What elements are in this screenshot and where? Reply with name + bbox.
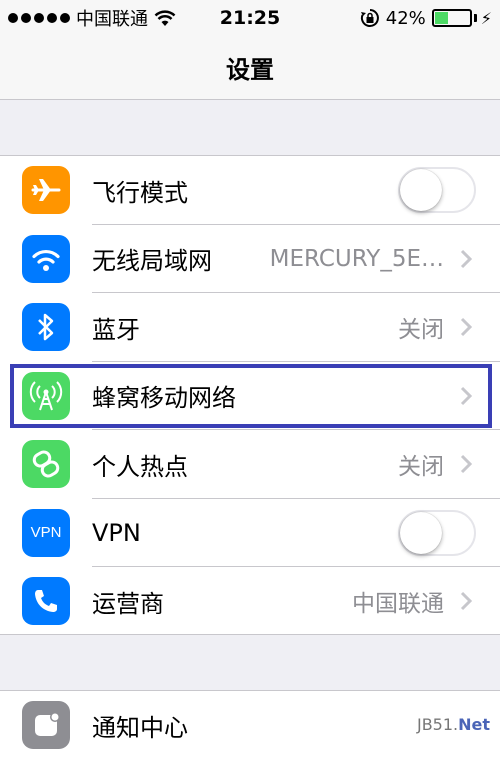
settings-row-wifi[interactable]: 无线局域网 MERCURY_5E… bbox=[0, 225, 500, 294]
orientation-lock-icon bbox=[360, 9, 379, 27]
navigation-bar: 设置 bbox=[0, 36, 500, 100]
vpn-icon: VPN bbox=[22, 508, 70, 557]
toggle-knob bbox=[400, 169, 442, 212]
notification-center-label: 通知中心 bbox=[92, 713, 188, 742]
chevron-right-icon bbox=[456, 591, 476, 611]
settings-row-cellular[interactable]: 蜂窝移动网络 bbox=[0, 362, 500, 431]
wifi-icon bbox=[22, 234, 70, 283]
cellular-label: 蜂窝移动网络 bbox=[92, 384, 236, 413]
cellular-antenna-icon bbox=[22, 371, 70, 420]
vpn-toggle[interactable] bbox=[398, 509, 476, 556]
toggle-knob bbox=[400, 511, 442, 554]
battery-icon bbox=[431, 9, 472, 27]
settings-row-carrier[interactable]: 运营商 中国联通 bbox=[0, 567, 500, 636]
hotspot-label: 个人热点 bbox=[92, 452, 188, 481]
vpn-label: VPN bbox=[92, 518, 141, 547]
chevron-right-icon bbox=[456, 454, 476, 474]
settings-row-vpn[interactable]: VPN VPN bbox=[0, 499, 500, 568]
charging-bolt-icon: ⚡ bbox=[480, 8, 492, 28]
status-right: 42% ⚡ bbox=[360, 0, 492, 36]
airplane-mode-label: 飞行模式 bbox=[92, 178, 188, 207]
wifi-network-name: MERCURY_5E… bbox=[269, 245, 444, 272]
phone-icon bbox=[22, 577, 70, 626]
watermark: JB51.Net bbox=[416, 715, 490, 734]
carrier-value: 中国联通 bbox=[352, 591, 444, 618]
bluetooth-status: 关闭 bbox=[398, 317, 444, 344]
hotspot-link-icon bbox=[22, 440, 70, 489]
chevron-right-icon bbox=[456, 386, 476, 406]
settings-row-airplane-mode[interactable]: 飞行模式 bbox=[0, 156, 500, 225]
notification-center-icon bbox=[22, 701, 70, 750]
settings-row-bluetooth[interactable]: 蓝牙 关闭 bbox=[0, 293, 500, 362]
status-bar: 中国联通 21:25 42% ⚡ bbox=[0, 0, 500, 36]
hotspot-status: 关闭 bbox=[398, 454, 444, 481]
settings-group-connectivity: 飞行模式 无线局域网 MERCURY_5E… 蓝牙 关闭 蜂窝移动网络 个人热点… bbox=[0, 155, 500, 635]
chevron-right-icon bbox=[456, 317, 476, 337]
battery-percent: 42% bbox=[385, 7, 426, 29]
settings-row-personal-hotspot[interactable]: 个人热点 关闭 bbox=[0, 430, 500, 499]
wifi-label: 无线局域网 bbox=[92, 247, 212, 276]
carrier-label: 运营商 bbox=[92, 589, 164, 618]
airplane-icon bbox=[22, 166, 70, 215]
page-title: 设置 bbox=[226, 56, 274, 84]
bluetooth-label: 蓝牙 bbox=[92, 315, 140, 344]
airplane-mode-toggle[interactable] bbox=[398, 167, 476, 214]
bluetooth-icon bbox=[22, 303, 70, 352]
chevron-right-icon bbox=[456, 249, 476, 269]
